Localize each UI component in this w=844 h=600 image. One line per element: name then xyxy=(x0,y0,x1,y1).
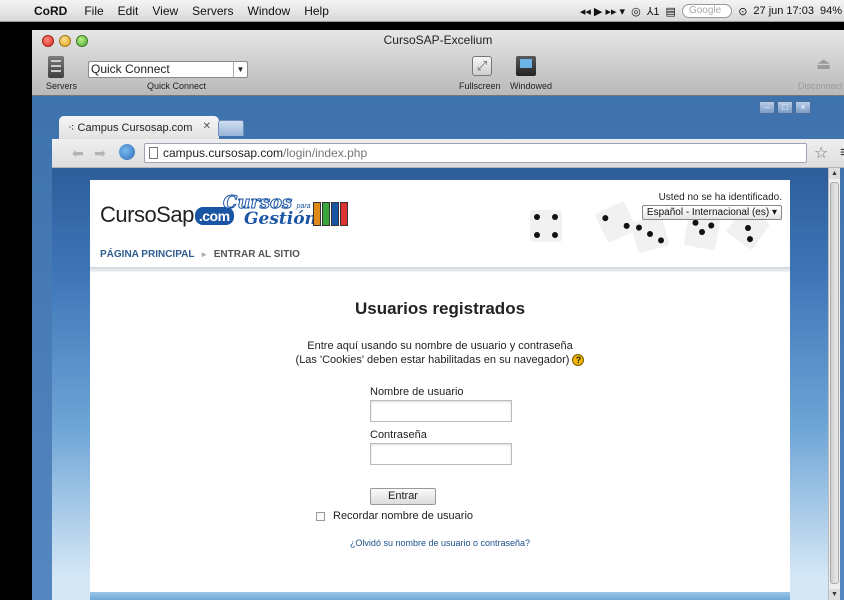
menubar-extras: ◂◂ ▶ ▸▸ ▾ ◎ ⅄1 ▤ Google ⊙ 27 jun 17:03 9… xyxy=(580,0,844,22)
reload-icon[interactable] xyxy=(119,144,135,160)
spotlight-search-field[interactable]: Google xyxy=(681,4,733,18)
flag-icon[interactable]: ▤ xyxy=(666,5,676,18)
media-controls-icon[interactable]: ◂◂ ▶ ▸▸ ▾ xyxy=(580,5,625,18)
close-icon[interactable]: × xyxy=(795,101,811,114)
browser-tab[interactable]: ⁖ Campus Cursosap.com ✕ xyxy=(59,116,219,139)
new-tab-button[interactable] xyxy=(218,120,244,136)
url-domain: campus.cursosap.com xyxy=(163,146,284,160)
quick-connect-value: Quick Connect xyxy=(91,62,170,76)
bookmark-star-icon[interactable]: ☆ xyxy=(814,143,828,163)
help-icon[interactable]: ? xyxy=(572,354,585,367)
page-icon xyxy=(149,147,158,159)
vertical-scrollbar[interactable]: ▲ ▼ xyxy=(828,168,840,600)
login-title: Usuarios registrados xyxy=(354,299,526,318)
breadcrumb-separator-icon: ► xyxy=(200,250,208,259)
adobe-icon[interactable]: ⅄1 xyxy=(647,5,660,18)
menu-icon[interactable]: ≡ xyxy=(840,144,844,161)
fullscreen-icon[interactable]: ⤢ xyxy=(472,56,492,76)
close-tab-icon[interactable]: ✕ xyxy=(203,121,211,132)
menu-help[interactable]: Help xyxy=(297,4,336,18)
loading-icon: ⁖ xyxy=(68,122,78,134)
date-time[interactable]: 27 jun 17:03 xyxy=(753,5,814,17)
servers-icon[interactable] xyxy=(48,56,64,78)
status-icon[interactable]: ◎ xyxy=(631,5,641,18)
intro-line-2-wrap: (Las 'Cookies' deben estar habilitadas e… xyxy=(90,353,790,367)
menu-file[interactable]: File xyxy=(77,4,110,18)
login-status-text: Usted no se ha identificado. xyxy=(658,192,782,203)
remember-username[interactable]: Recordar nombre de usuario xyxy=(316,510,473,522)
menu-view[interactable]: View xyxy=(145,4,185,18)
windowed-icon[interactable] xyxy=(516,56,536,76)
menu-servers[interactable]: Servers xyxy=(185,4,240,18)
cord-window: CursoSAP-Excelium Servers Quick Connect … xyxy=(32,30,844,600)
forgot-password-link[interactable]: ¿Olvidó su nombre de usuario o contraseñ… xyxy=(90,538,790,548)
page-footer-bar xyxy=(90,592,790,600)
login-intro: Entre aquí usando su nombre de usuario y… xyxy=(90,339,790,367)
password-label: Contraseña xyxy=(370,429,427,441)
intro-line-1: Entre aquí usando su nombre de usuario y… xyxy=(307,340,573,352)
chevron-down-icon[interactable]: ▼ xyxy=(233,62,247,77)
breadcrumb-home-link[interactable]: PÁGINA PRINCIPAL xyxy=(100,249,194,260)
site-header: CursoSap .com Cursos para Gestión Usted … xyxy=(90,180,790,262)
menu-window[interactable]: Window xyxy=(241,4,298,18)
screen: CoRD File Edit View Servers Window Help … xyxy=(0,0,844,600)
scroll-up-icon[interactable]: ▲ xyxy=(829,168,840,179)
cord-window-title: CursoSAP-Excelium xyxy=(383,33,493,47)
password-input[interactable] xyxy=(370,443,512,465)
menu-edit[interactable]: Edit xyxy=(111,4,146,18)
login-button[interactable]: Entrar xyxy=(370,488,436,505)
breadcrumb-current: ENTRAR AL SITIO xyxy=(213,249,300,260)
quick-connect-label: Quick Connect xyxy=(147,81,207,91)
logo-text: CursoSap xyxy=(100,202,194,227)
eject-icon[interactable]: ⏏ xyxy=(816,54,831,74)
menu-app-name[interactable]: CoRD xyxy=(30,4,77,18)
moodle-page: CursoSap .com Cursos para Gestión Usted … xyxy=(90,180,790,600)
scroll-thumb[interactable] xyxy=(830,182,839,584)
remote-chrome-window: – □ × ⁖ Campus Cursosap.com ✕ ⬅ ➡ campus… xyxy=(32,96,844,600)
login-form: Usuarios registrados Entre aquí usando s… xyxy=(90,272,790,592)
dice-icon xyxy=(530,210,562,242)
cursos-gestion-logo: Cursos para Gestión xyxy=(222,192,316,230)
maximize-icon[interactable]: □ xyxy=(777,101,793,114)
intro-line-2: (Las 'Cookies' deben estar habilitadas e… xyxy=(295,354,570,366)
logo-gestion-text: Gestión xyxy=(244,209,317,229)
disconnect-label[interactable]: Disconnect xyxy=(798,81,843,91)
page-viewport: CursoSap .com Cursos para Gestión Usted … xyxy=(52,168,840,600)
clock-icon[interactable]: ⊙ xyxy=(738,5,747,18)
remember-checkbox[interactable] xyxy=(316,511,325,521)
back-icon[interactable]: ⬅ xyxy=(72,145,84,162)
windowed-label[interactable]: Windowed xyxy=(510,81,552,91)
cord-titlebar: CursoSAP-Excelium Servers Quick Connect … xyxy=(32,30,844,96)
breadcrumb: PÁGINA PRINCIPAL ► ENTRAR AL SITIO xyxy=(100,249,300,260)
tab-title: Campus Cursosap.com xyxy=(77,122,193,134)
cursosap-logo[interactable]: CursoSap .com xyxy=(100,202,234,228)
quick-connect-combo[interactable]: Quick Connect ▼ xyxy=(88,61,248,78)
forward-icon[interactable]: ➡ xyxy=(94,145,106,162)
address-bar[interactable]: campus.cursosap.com/login/index.php xyxy=(144,143,807,163)
fullscreen-label[interactable]: Fullscreen xyxy=(459,81,501,91)
window-controls: – □ × xyxy=(759,101,811,114)
minimize-icon[interactable]: – xyxy=(759,101,775,114)
browser-toolbar: ⬅ ➡ campus.cursosap.com/login/index.php … xyxy=(52,139,844,168)
battery-status[interactable]: 94% xyxy=(820,5,842,17)
servers-label: Servers xyxy=(46,81,78,91)
binders-icon xyxy=(313,202,348,226)
language-select[interactable]: Español - Internacional (es) ▾ xyxy=(641,205,782,220)
scroll-down-icon[interactable]: ▼ xyxy=(829,589,840,600)
url-path: /login/index.php xyxy=(283,146,368,160)
remember-label: Recordar nombre de usuario xyxy=(333,510,474,522)
username-input[interactable] xyxy=(370,400,512,422)
dice-icon xyxy=(630,214,670,254)
mac-menubar: CoRD File Edit View Servers Window Help … xyxy=(0,0,844,22)
username-label: Nombre de usuario xyxy=(370,386,464,398)
